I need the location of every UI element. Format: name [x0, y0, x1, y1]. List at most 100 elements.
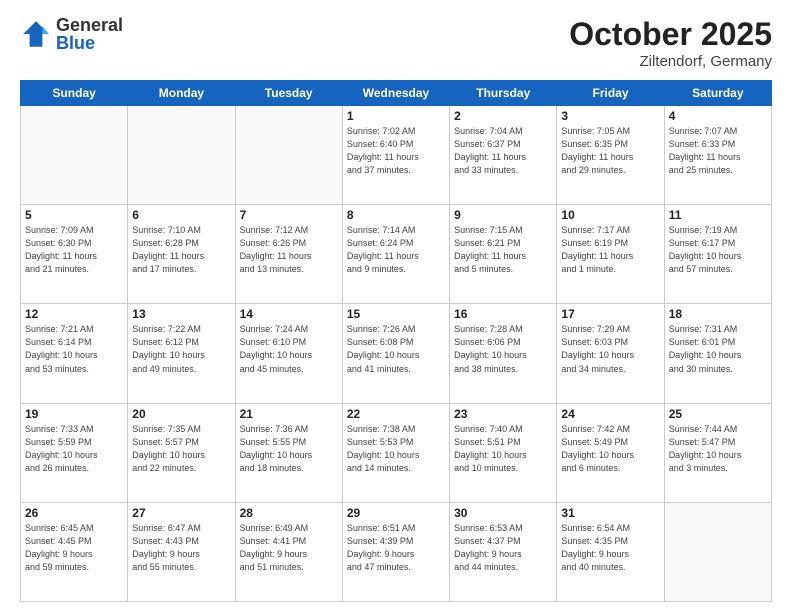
day-info: Sunrise: 7:07 AM Sunset: 6:33 PM Dayligh… [669, 125, 767, 177]
calendar-week-row: 19 Sunrise: 7:33 AM Sunset: 5:59 PM Dayli… [21, 403, 772, 502]
day-number: 24 [561, 407, 659, 421]
day-info: Sunrise: 7:40 AM Sunset: 5:51 PM Dayligh… [454, 423, 552, 475]
calendar-cell [128, 106, 235, 205]
day-info: Sunrise: 7:04 AM Sunset: 6:37 PM Dayligh… [454, 125, 552, 177]
title-block: October 2025 Ziltendorf, Germany [569, 16, 772, 70]
day-number: 21 [240, 407, 338, 421]
header: General Blue October 2025 Ziltendorf, Ge… [20, 16, 772, 70]
day-info: Sunrise: 7:35 AM Sunset: 5:57 PM Dayligh… [132, 423, 230, 475]
day-info: Sunrise: 6:49 AM Sunset: 4:41 PM Dayligh… [240, 522, 338, 574]
day-number: 16 [454, 307, 552, 321]
day-number: 6 [132, 208, 230, 222]
calendar-cell: 27Sunrise: 6:47 AM Sunset: 4:43 PM Dayli… [128, 502, 235, 601]
calendar-cell: 11 Sunrise: 7:19 AM Sunset: 6:17 PM Dayli… [664, 205, 771, 304]
day-info: Sunrise: 6:45 AM Sunset: 4:45 PM Dayligh… [25, 522, 123, 574]
calendar-cell: 20 Sunrise: 7:35 AM Sunset: 5:57 PM Dayli… [128, 403, 235, 502]
day-number: 18 [669, 307, 767, 321]
calendar-cell: 22 Sunrise: 7:38 AM Sunset: 5:53 PM Dayli… [342, 403, 449, 502]
day-of-week-header: Wednesday [342, 81, 449, 106]
day-info: Sunrise: 6:53 AM Sunset: 4:37 PM Dayligh… [454, 522, 552, 574]
day-number: 14 [240, 307, 338, 321]
day-info: Sunrise: 7:28 AM Sunset: 6:06 PM Dayligh… [454, 323, 552, 375]
day-number: 20 [132, 407, 230, 421]
calendar-week-row: 12Sunrise: 7:21 AM Sunset: 6:14 PM Dayli… [21, 304, 772, 403]
calendar-cell: 7 Sunrise: 7:12 AM Sunset: 6:26 PM Daylig… [235, 205, 342, 304]
calendar-cell: 6 Sunrise: 7:10 AM Sunset: 6:28 PM Daylig… [128, 205, 235, 304]
day-info: Sunrise: 7:05 AM Sunset: 6:35 PM Dayligh… [561, 125, 659, 177]
day-number: 5 [25, 208, 123, 222]
day-number: 27 [132, 506, 230, 520]
calendar-cell: 3 Sunrise: 7:05 AM Sunset: 6:35 PM Daylig… [557, 106, 664, 205]
day-info: Sunrise: 7:21 AM Sunset: 6:14 PM Dayligh… [25, 323, 123, 375]
calendar-cell: 29 Sunrise: 6:51 AM Sunset: 4:39 PM Dayli… [342, 502, 449, 601]
calendar-cell: 14 Sunrise: 7:24 AM Sunset: 6:10 PM Dayli… [235, 304, 342, 403]
day-number: 9 [454, 208, 552, 222]
day-number: 22 [347, 407, 445, 421]
day-info: Sunrise: 7:10 AM Sunset: 6:28 PM Dayligh… [132, 224, 230, 276]
day-info: Sunrise: 7:24 AM Sunset: 6:10 PM Dayligh… [240, 323, 338, 375]
day-number: 2 [454, 109, 552, 123]
calendar-cell [664, 502, 771, 601]
day-info: Sunrise: 7:19 AM Sunset: 6:17 PM Dayligh… [669, 224, 767, 276]
logo: General Blue [20, 16, 123, 52]
calendar-cell: 1 Sunrise: 7:02 AM Sunset: 6:40 PM Daylig… [342, 106, 449, 205]
calendar-cell: 30 Sunrise: 6:53 AM Sunset: 4:37 PM Dayli… [450, 502, 557, 601]
logo-blue-text: Blue [56, 34, 123, 52]
day-of-week-header: Friday [557, 81, 664, 106]
calendar-cell: 25Sunrise: 7:44 AM Sunset: 5:47 PM Dayli… [664, 403, 771, 502]
day-info: Sunrise: 7:12 AM Sunset: 6:26 PM Dayligh… [240, 224, 338, 276]
day-number: 3 [561, 109, 659, 123]
day-number: 15 [347, 307, 445, 321]
day-info: Sunrise: 7:17 AM Sunset: 6:19 PM Dayligh… [561, 224, 659, 276]
day-number: 23 [454, 407, 552, 421]
calendar-cell: 10 Sunrise: 7:17 AM Sunset: 6:19 PM Dayli… [557, 205, 664, 304]
calendar-cell [235, 106, 342, 205]
calendar-cell: 17 Sunrise: 7:29 AM Sunset: 6:03 PM Dayli… [557, 304, 664, 403]
day-number: 11 [669, 208, 767, 222]
day-info: Sunrise: 7:31 AM Sunset: 6:01 PM Dayligh… [669, 323, 767, 375]
calendar-cell: 9 Sunrise: 7:15 AM Sunset: 6:21 PM Daylig… [450, 205, 557, 304]
calendar-cell: 4Sunrise: 7:07 AM Sunset: 6:33 PM Daylig… [664, 106, 771, 205]
day-info: Sunrise: 6:54 AM Sunset: 4:35 PM Dayligh… [561, 522, 659, 574]
day-number: 31 [561, 506, 659, 520]
day-number: 1 [347, 109, 445, 123]
day-number: 19 [25, 407, 123, 421]
location: Ziltendorf, Germany [569, 53, 772, 70]
day-info: Sunrise: 7:15 AM Sunset: 6:21 PM Dayligh… [454, 224, 552, 276]
calendar-cell: 16 Sunrise: 7:28 AM Sunset: 6:06 PM Dayli… [450, 304, 557, 403]
day-of-week-header: Thursday [450, 81, 557, 106]
calendar-cell: 18 Sunrise: 7:31 AM Sunset: 6:01 PM Dayli… [664, 304, 771, 403]
logo-general-text: General [56, 16, 123, 34]
day-number: 7 [240, 208, 338, 222]
logo-text: General Blue [56, 16, 123, 52]
day-info: Sunrise: 7:42 AM Sunset: 5:49 PM Dayligh… [561, 423, 659, 475]
day-of-week-header: Tuesday [235, 81, 342, 106]
calendar-cell: 26Sunrise: 6:45 AM Sunset: 4:45 PM Dayli… [21, 502, 128, 601]
day-number: 17 [561, 307, 659, 321]
calendar-cell: 21Sunrise: 7:36 AM Sunset: 5:55 PM Dayli… [235, 403, 342, 502]
day-number: 29 [347, 506, 445, 520]
page: General Blue October 2025 Ziltendorf, Ge… [0, 0, 792, 612]
day-info: Sunrise: 7:33 AM Sunset: 5:59 PM Dayligh… [25, 423, 123, 475]
calendar-cell: 28 Sunrise: 6:49 AM Sunset: 4:41 PM Dayli… [235, 502, 342, 601]
day-number: 13 [132, 307, 230, 321]
calendar-cell: 24 Sunrise: 7:42 AM Sunset: 5:49 PM Dayli… [557, 403, 664, 502]
day-info: Sunrise: 7:26 AM Sunset: 6:08 PM Dayligh… [347, 323, 445, 375]
day-info: Sunrise: 7:14 AM Sunset: 6:24 PM Dayligh… [347, 224, 445, 276]
calendar-cell: 19 Sunrise: 7:33 AM Sunset: 5:59 PM Dayli… [21, 403, 128, 502]
calendar-cell: 5Sunrise: 7:09 AM Sunset: 6:30 PM Daylig… [21, 205, 128, 304]
calendar-cell: 2 Sunrise: 7:04 AM Sunset: 6:37 PM Daylig… [450, 106, 557, 205]
day-info: Sunrise: 7:29 AM Sunset: 6:03 PM Dayligh… [561, 323, 659, 375]
day-number: 30 [454, 506, 552, 520]
day-info: Sunrise: 7:02 AM Sunset: 6:40 PM Dayligh… [347, 125, 445, 177]
day-info: Sunrise: 7:38 AM Sunset: 5:53 PM Dayligh… [347, 423, 445, 475]
calendar-week-row: 1 Sunrise: 7:02 AM Sunset: 6:40 PM Daylig… [21, 106, 772, 205]
day-number: 10 [561, 208, 659, 222]
calendar-table: SundayMondayTuesdayWednesdayThursdayFrid… [20, 80, 772, 602]
day-info: Sunrise: 6:51 AM Sunset: 4:39 PM Dayligh… [347, 522, 445, 574]
day-of-week-header: Saturday [664, 81, 771, 106]
day-number: 8 [347, 208, 445, 222]
day-of-week-header: Sunday [21, 81, 128, 106]
day-number: 28 [240, 506, 338, 520]
day-number: 25 [669, 407, 767, 421]
